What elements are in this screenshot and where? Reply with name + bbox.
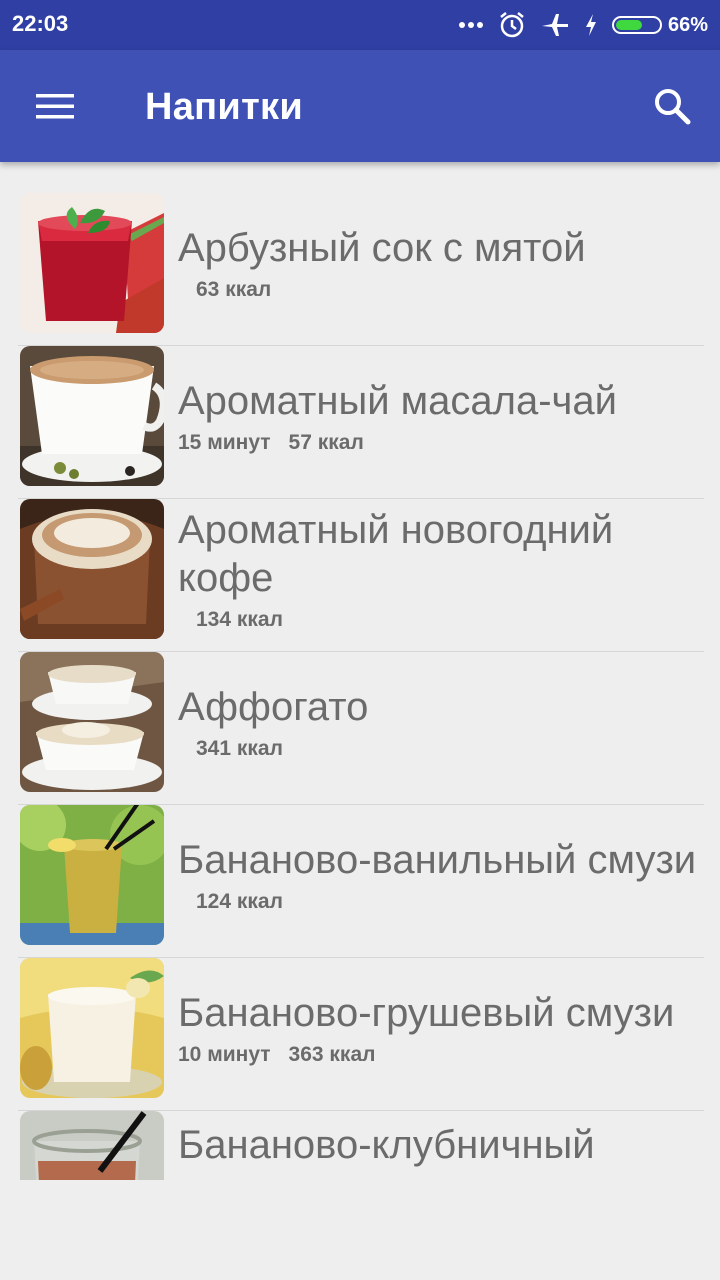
list-item[interactable]: Ароматный новогодний кофе 134 ккал — [18, 499, 704, 652]
affogato-photo — [20, 652, 164, 792]
holiday-coffee-photo — [20, 499, 164, 639]
recipe-title: Аффогато — [178, 685, 369, 729]
recipe-meta: 15 минут 57 ккал — [178, 431, 698, 455]
status-icons: 66% — [458, 8, 708, 42]
list-item-text: Арбузный сок с мятой 63 ккал — [178, 193, 698, 333]
list-item[interactable]: Арбузный сок с мятой 63 ккал — [18, 193, 704, 346]
list-item[interactable]: Бананово-клубничный — [18, 1111, 704, 1180]
list-item[interactable]: Бананово-грушевый смузи 10 минут 363 ккал — [18, 958, 704, 1111]
recipe-kcal: 124 ккал — [196, 890, 283, 913]
recipe-kcal: 63 ккал — [196, 278, 272, 301]
hamburger-menu-button[interactable] — [28, 78, 84, 134]
search-icon — [655, 89, 691, 125]
recipe-meta: 10 минут 363 ккал — [178, 1043, 698, 1067]
more-dots-icon — [458, 20, 484, 30]
hamburger-menu-icon — [36, 94, 74, 119]
list-item-text: Бананово-ванильный смузи 124 ккал — [178, 805, 698, 945]
page-title: Напитки — [145, 86, 303, 128]
recipe-time: 15 минут — [178, 431, 271, 454]
recipe-time: 10 минут — [178, 1043, 271, 1066]
list-item-text: Бананово-клубничный — [178, 1111, 698, 1180]
status-time: 22:03 — [12, 11, 69, 36]
recipe-title: Бананово-ванильный смузи — [178, 838, 697, 882]
recipe-meta: 63 ккал — [178, 278, 698, 302]
banana-pear-smoothie-photo — [20, 958, 164, 1098]
recipe-title: Ароматный масала-чай — [178, 379, 617, 423]
recipe-kcal: 341 ккал — [196, 737, 283, 760]
masala-chai-photo — [20, 346, 164, 486]
banana-vanilla-smoothie-photo — [20, 805, 164, 945]
battery-icon: 66% — [611, 13, 708, 37]
list-item[interactable]: Бананово-ванильный смузи 124 ккал — [18, 805, 704, 958]
recipe-kcal: 134 ккал — [196, 608, 283, 631]
recipe-title: Бананово-клубничный — [178, 1123, 595, 1167]
status-bar: 22:03 66% — [0, 0, 720, 50]
app-bar: Напитки — [0, 50, 720, 162]
recipe-list[interactable]: Арбузный сок с мятой 63 ккал Ароматный м… — [18, 193, 704, 1180]
list-item-text: Аффогато 341 ккал — [178, 652, 698, 792]
banana-strawberry-photo — [20, 1111, 164, 1180]
recipe-title: Арбузный сок с мятой — [178, 226, 586, 270]
list-item[interactable]: Ароматный масала-чай 15 минут 57 ккал — [18, 346, 704, 499]
battery-percent: 66% — [667, 13, 708, 36]
recipe-title: Ароматный новогодний кофе — [178, 508, 614, 600]
recipe-meta: 124 ккал — [178, 890, 698, 914]
watermelon-juice-photo — [20, 193, 164, 333]
list-item-text: Ароматный масала-чай 15 минут 57 ккал — [178, 346, 698, 486]
recipe-meta: 341 ккал — [178, 737, 698, 761]
recipe-kcal: 363 ккал — [288, 1043, 376, 1066]
recipe-kcal: 57 ккал — [288, 431, 364, 454]
list-item[interactable]: Аффогато 341 ккал — [18, 652, 704, 805]
alarm-icon — [498, 11, 526, 39]
recipe-meta: 134 ккал — [178, 608, 698, 632]
recipe-title: Бананово-грушевый смузи — [178, 991, 675, 1035]
list-item-text: Ароматный новогодний кофе 134 ккал — [178, 499, 698, 639]
list-item-text: Бананово-грушевый смузи 10 минут 363 ккал — [178, 958, 698, 1098]
search-button[interactable] — [644, 78, 700, 134]
airplane-mode-icon — [540, 11, 570, 39]
charging-icon — [584, 13, 598, 37]
